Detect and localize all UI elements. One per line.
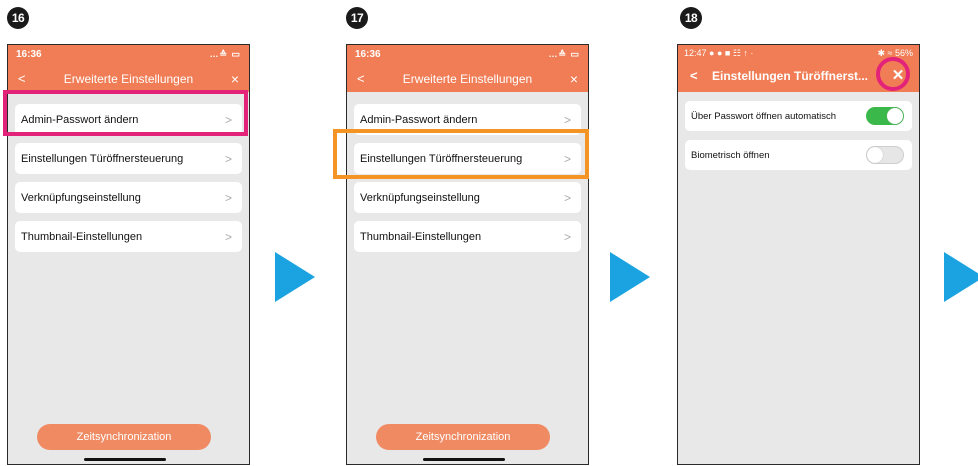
step-number-17: 17	[346, 7, 368, 29]
nav-bar: < Erweiterte Einstellungen ×	[8, 65, 249, 92]
toggle-knob	[887, 108, 903, 124]
status-icons: …≙ ▭	[548, 49, 580, 59]
phone-screen-step-18: 12:47 ● ● ■ ☷ ↑ · ✱ ≈ 56% < Einstellunge…	[677, 44, 920, 465]
menu-item-label: Verknüpfungseinstellung	[21, 191, 141, 204]
home-indicator	[84, 458, 166, 461]
chevron-right-icon: >	[563, 190, 571, 205]
next-arrow-icon	[610, 252, 650, 302]
status-bar: 16:36 …≙ ▭	[8, 45, 249, 65]
menu-item-label: Thumbnail-Einstellungen	[21, 230, 143, 243]
settings-list: Über Passwort öffnen automatisch Biometr…	[678, 101, 919, 170]
menu-item-label: Einstellungen Türöffnersteuerung	[21, 152, 184, 165]
chevron-right-icon: >	[224, 190, 232, 205]
chevron-right-icon: >	[563, 112, 571, 127]
menu-item-linking-settings[interactable]: Verknüpfungseinstellung >	[354, 182, 581, 213]
status-time: 12:47	[684, 48, 707, 58]
menu-item-label: Admin-Passwort ändern	[360, 113, 478, 126]
page-title: Erweiterte Einstellungen	[63, 71, 194, 86]
time-sync-button[interactable]: Zeitsynchronization	[37, 424, 211, 450]
menu-item-door-opener-settings[interactable]: Einstellungen Türöffnersteuerung >	[15, 143, 242, 174]
close-icon[interactable]: ×	[215, 71, 239, 87]
status-bar: 12:47 ● ● ■ ☷ ↑ · ✱ ≈ 56%	[678, 45, 919, 59]
back-icon[interactable]: <	[690, 68, 712, 83]
next-arrow-icon	[275, 252, 315, 302]
status-left-icons: ● ● ■ ☷ ↑ ·	[709, 48, 754, 58]
status-time: 16:36	[355, 49, 381, 60]
back-icon[interactable]: <	[357, 71, 381, 86]
nav-bar: < Erweiterte Einstellungen ×	[347, 65, 588, 92]
toggle-switch-on[interactable]	[866, 107, 904, 125]
toggle-knob	[867, 147, 883, 163]
setting-label: Biometrisch öffnen	[691, 149, 770, 161]
highlight-door-opener-settings	[333, 129, 589, 179]
status-icons: …≙ ▭	[209, 49, 241, 59]
step-number-16: 16	[7, 7, 29, 29]
home-indicator	[423, 458, 505, 461]
phone-screen-step-17: 16:36 …≙ ▭ < Erweiterte Einstellungen × …	[346, 44, 589, 465]
menu-item-thumbnail-settings[interactable]: Thumbnail-Einstellungen >	[15, 221, 242, 252]
back-icon[interactable]: <	[18, 71, 42, 86]
page-title: Erweiterte Einstellungen	[402, 71, 533, 86]
chevron-right-icon: >	[224, 151, 232, 166]
chevron-right-icon: >	[224, 229, 232, 244]
toggle-switch-off[interactable]	[866, 146, 904, 164]
menu-item-linking-settings[interactable]: Verknüpfungseinstellung >	[15, 182, 242, 213]
chevron-right-icon: >	[563, 229, 571, 244]
status-time: 16:36	[16, 49, 42, 60]
setting-label: Über Passwort öffnen automatisch	[691, 110, 837, 122]
menu-item-label: Verknüpfungseinstellung	[360, 191, 480, 204]
status-left: 12:47 ● ● ■ ☷ ↑ ·	[684, 48, 753, 59]
menu-item-label: Thumbnail-Einstellungen	[360, 230, 482, 243]
setting-auto-open-password: Über Passwort öffnen automatisch	[685, 101, 912, 131]
status-bar: 16:36 …≙ ▭	[347, 45, 588, 65]
highlight-admin-password	[3, 90, 248, 136]
next-arrow-icon	[944, 252, 978, 302]
time-sync-button[interactable]: Zeitsynchronization	[376, 424, 550, 450]
page-title: Einstellungen Türöffnerst...	[712, 68, 869, 83]
step-number-18: 18	[680, 7, 702, 29]
highlight-close-button	[876, 57, 910, 91]
setting-biometric-open: Biometrisch öffnen	[685, 140, 912, 170]
menu-item-thumbnail-settings[interactable]: Thumbnail-Einstellungen >	[354, 221, 581, 252]
instruction-figure: 16 17 18 16:36 …≙ ▭ < Erweiterte Einstel…	[0, 0, 978, 466]
close-icon[interactable]: ×	[554, 71, 578, 87]
